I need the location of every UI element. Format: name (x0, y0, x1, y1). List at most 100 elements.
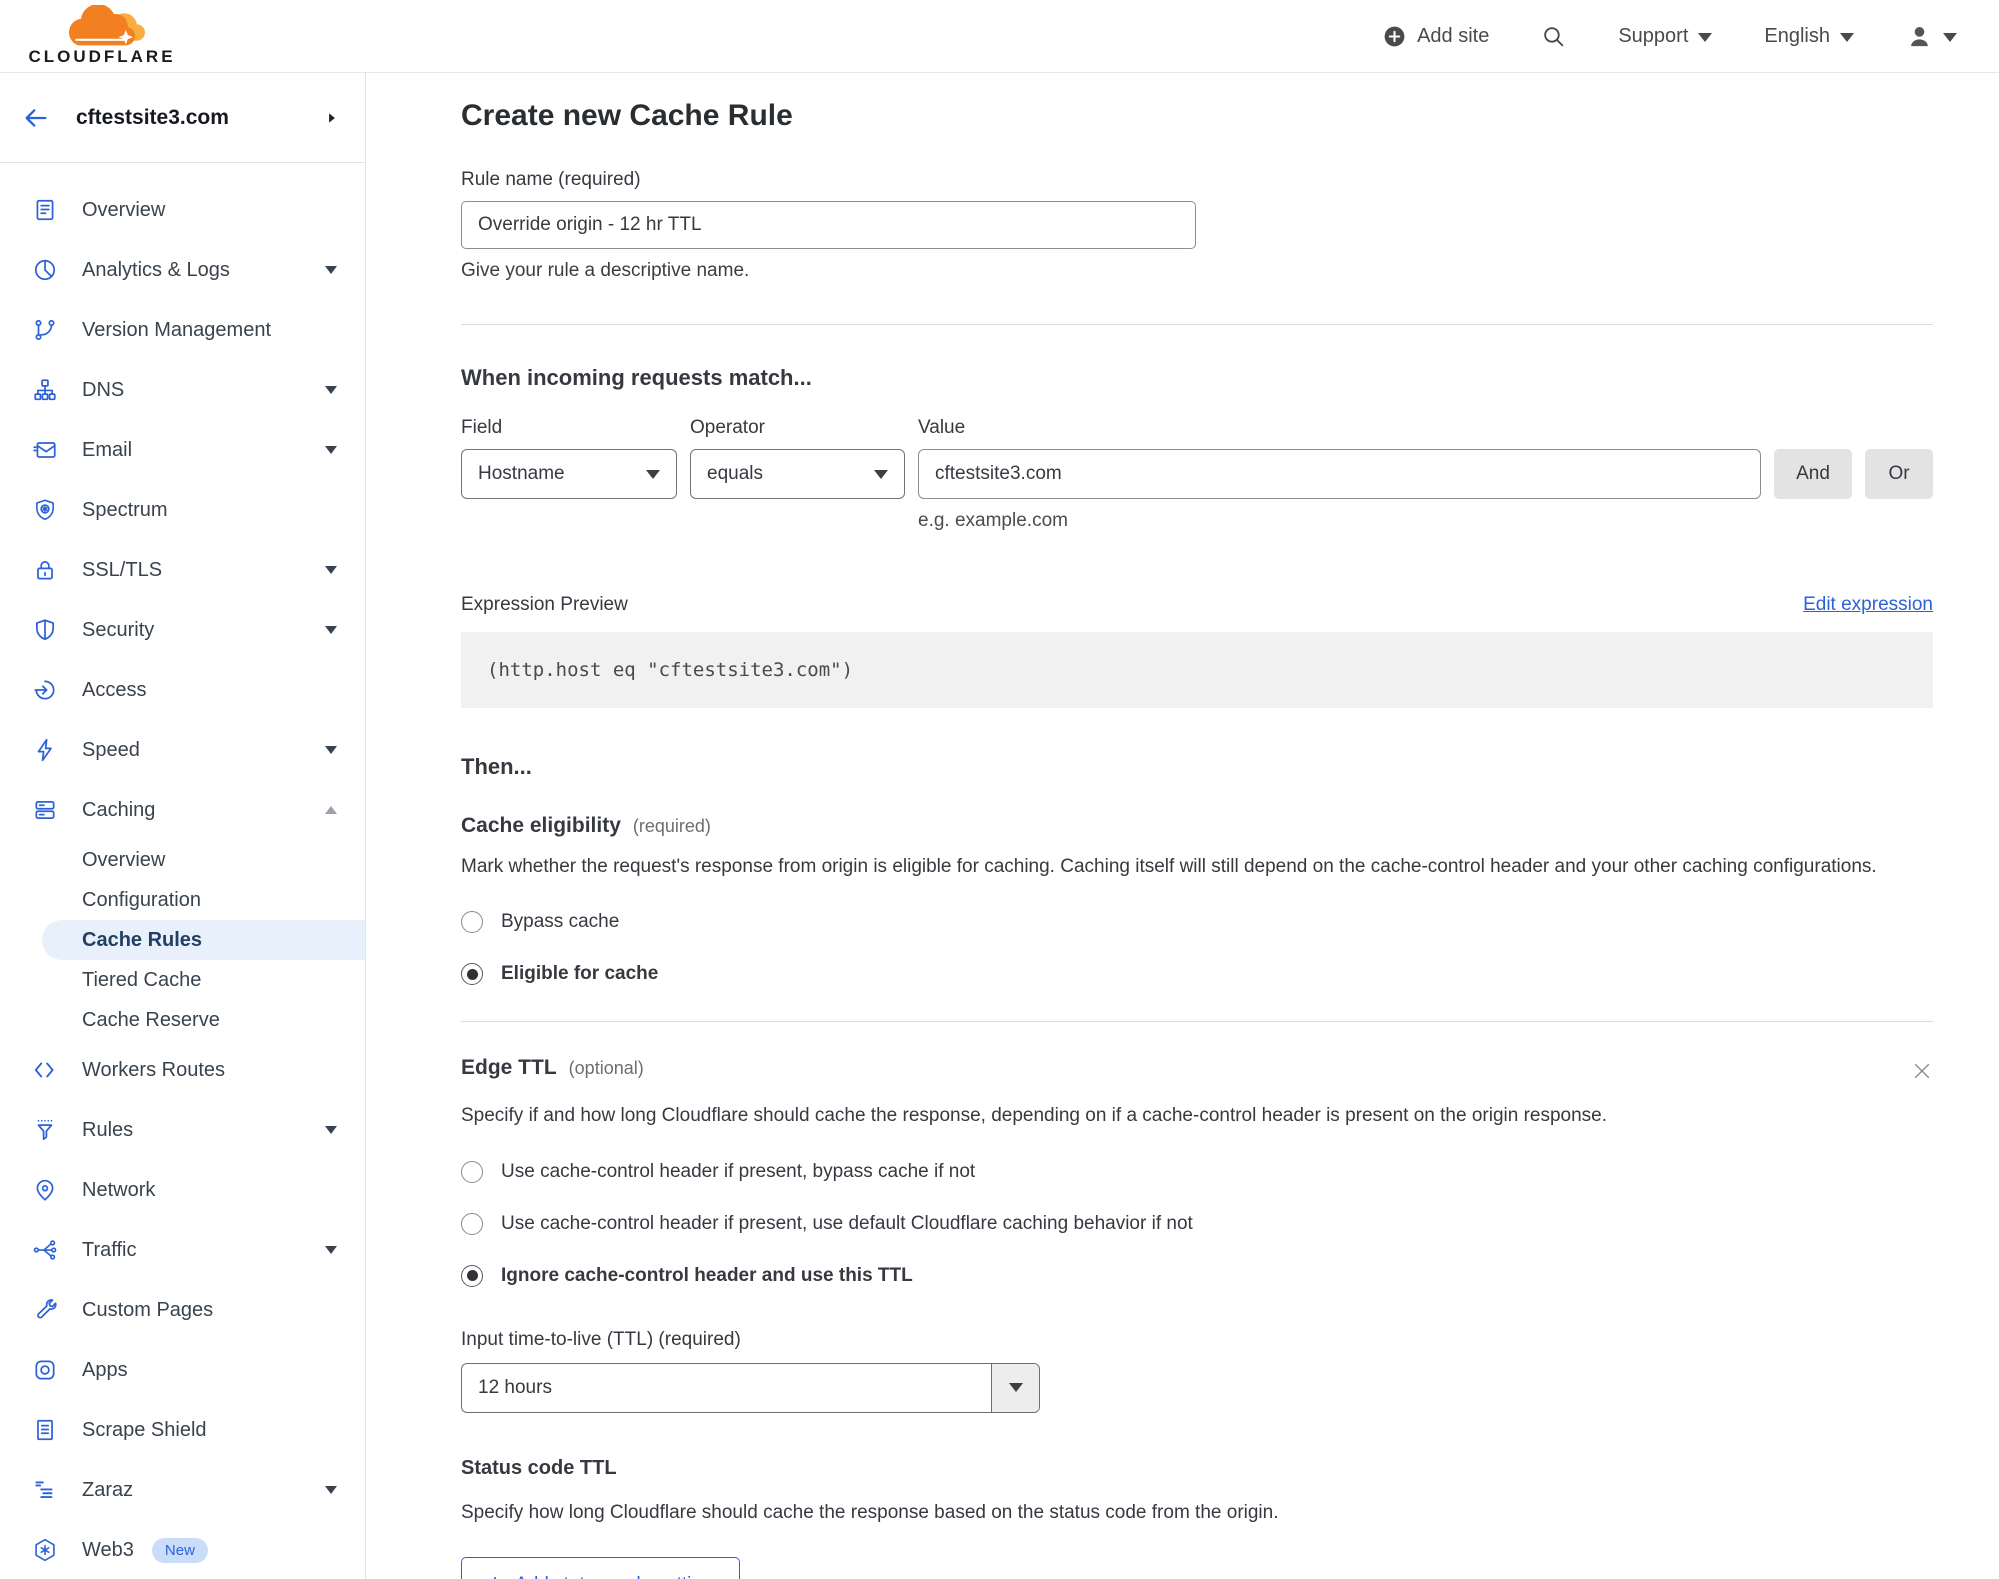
ttl-select-arrow-button[interactable] (991, 1363, 1039, 1412)
sidebar-item-analytics-logs[interactable]: Analytics & Logs (0, 240, 365, 300)
sidebar-item-label: Version Management (82, 318, 272, 341)
and-button[interactable]: And (1774, 449, 1852, 499)
add-site-button[interactable]: Add site (1382, 24, 1489, 49)
lock-icon (37, 561, 53, 580)
sidebar-item-label: Security (82, 618, 155, 641)
sidebar-item-scrape-shield[interactable]: Scrape Shield (0, 1400, 365, 1460)
remove-edge-ttl-button[interactable] (1911, 1060, 1933, 1087)
radio-button[interactable] (461, 1160, 483, 1183)
value-hint: e.g. example.com (918, 510, 1068, 531)
sidebar-item-rules[interactable]: Rules (0, 1100, 365, 1160)
sidebar-item-custom-pages[interactable]: Custom Pages (0, 1280, 365, 1340)
sidebar-subitem-tiered-cache[interactable]: Tiered Cache (0, 960, 365, 1000)
sidebar-item-version-management[interactable]: Version Management (0, 300, 365, 360)
radio-option-eligible-for-cache[interactable]: Eligible for cache (461, 963, 1933, 986)
sidebar-item-security[interactable]: Security (0, 600, 365, 660)
field-select[interactable]: Hostname (461, 449, 677, 499)
sidebar-item-traffic[interactable]: Traffic (0, 1220, 365, 1280)
radio-option-ignore-header-use-ttl[interactable]: Ignore cache-control header and use this… (461, 1264, 1933, 1287)
language-menu[interactable]: English (1764, 25, 1854, 48)
sitemap-icon (34, 379, 56, 401)
radio-label[interactable]: Eligible for cache (501, 963, 658, 985)
git-branch-icon (35, 319, 55, 341)
ttl-input-label: Input time-to-live (TTL) (required) (461, 1328, 741, 1350)
rule-name-input[interactable] (461, 201, 1196, 249)
edge-ttl-heading-row: Edge TTL (optional) (461, 1056, 1933, 1087)
or-button[interactable]: Or (1865, 449, 1933, 499)
edge-ttl-heading: Edge TTL (461, 1056, 557, 1080)
radio-option-bypass-cache[interactable]: Bypass cache (461, 911, 1933, 934)
code-brackets-icon (34, 1062, 54, 1078)
language-label: English (1764, 24, 1830, 47)
app-square-icon (35, 1360, 55, 1380)
sidebar-item-label: Access (82, 678, 147, 701)
cloudflare-logo[interactable]: CLOUDFLARE (18, 5, 186, 67)
sidebar-item-dns[interactable]: DNS (0, 360, 365, 420)
sidebar-item-caching[interactable]: Caching (0, 780, 365, 840)
search-button[interactable] (1541, 24, 1566, 49)
operator-select-value: equals (707, 463, 763, 484)
login-arrow-icon (34, 680, 55, 700)
radio-label[interactable]: Bypass cache (501, 911, 619, 933)
radio-button-selected[interactable] (461, 963, 483, 986)
sidebar-item-access[interactable]: Access (0, 660, 365, 720)
chevron-down-icon (325, 1486, 337, 1494)
expression-preview-label: Expression Preview (461, 594, 628, 615)
then-heading: Then... (461, 754, 532, 779)
field-label: Field (461, 417, 503, 438)
chevron-down-icon (1698, 32, 1713, 42)
radio-label[interactable]: Ignore cache-control header and use this… (501, 1265, 913, 1287)
user-icon (1911, 26, 1928, 46)
sidebar-item-workers-routes[interactable]: Workers Routes (0, 1040, 365, 1100)
value-input[interactable] (918, 449, 1761, 499)
sidebar-item-email[interactable]: Email (0, 420, 365, 480)
sidebar-item-label: Speed (82, 738, 140, 761)
sidebar-item-overview[interactable]: Overview (0, 180, 365, 240)
site-switcher[interactable]: cftestsite3.com (0, 73, 365, 163)
radio-label[interactable]: Use cache-control header if present, use… (501, 1213, 1193, 1235)
sidebar-item-zaraz[interactable]: Zaraz (0, 1460, 365, 1520)
radio-option-bypass-if-no-header[interactable]: Use cache-control header if present, byp… (461, 1160, 1933, 1183)
value-label: Value (918, 417, 966, 438)
chevron-down-icon (1943, 32, 1957, 42)
radio-label[interactable]: Use cache-control header if present, byp… (501, 1161, 975, 1183)
required-tag: (required) (632, 816, 711, 836)
sidebar-subitem-label: Cache Rules (82, 928, 203, 951)
sidebar-item-web3[interactable]: Web3 New (0, 1520, 365, 1579)
sidebar-item-label: Apps (82, 1358, 128, 1381)
sidebar-item-label: Traffic (82, 1238, 137, 1261)
sidebar-subitem-cache-rules[interactable]: Cache Rules (42, 920, 365, 960)
page-title: Create new Cache Rule (461, 99, 793, 132)
chevron-down-icon (325, 1126, 337, 1134)
support-menu[interactable]: Support (1618, 25, 1713, 48)
edit-expression-link[interactable]: Edit expression (1803, 594, 1933, 616)
add-status-code-setting-label: Add status code setting (515, 1574, 713, 1579)
operator-select[interactable]: equals (690, 449, 905, 499)
sidebar-item-spectrum[interactable]: Spectrum (0, 480, 365, 540)
sidebar-item-network[interactable]: Network (0, 1160, 365, 1220)
filter-funnel-icon (37, 1119, 53, 1141)
rule-name-hint: Give your rule a descriptive name. (461, 260, 750, 281)
radio-button[interactable] (461, 1212, 483, 1235)
radio-button-selected[interactable] (461, 1264, 483, 1287)
account-menu[interactable] (1906, 23, 1957, 50)
chevron-down-icon (874, 469, 888, 479)
optional-tag: (optional) (568, 1058, 644, 1079)
web3-cube-icon (35, 1538, 55, 1562)
sidebar-subitem-cache-reserve[interactable]: Cache Reserve (0, 1000, 365, 1040)
sidebar-item-label: Workers Routes (82, 1058, 226, 1081)
add-status-code-setting-button[interactable]: + Add status code setting (461, 1557, 740, 1579)
sidebar-item-ssl-tls[interactable]: SSL/TLS (0, 540, 365, 600)
ttl-select-value: 12 hours (478, 1376, 552, 1398)
section-divider (461, 324, 1933, 325)
radio-button[interactable] (461, 911, 483, 934)
radio-option-default-caching-behavior[interactable]: Use cache-control header if present, use… (461, 1212, 1933, 1235)
sidebar-item-speed[interactable]: Speed (0, 720, 365, 780)
back-arrow-icon[interactable] (22, 104, 50, 132)
sidebar-subitem-configuration[interactable]: Configuration (0, 880, 365, 920)
ttl-select[interactable]: 12 hours (461, 1362, 1040, 1413)
sidebar-item-apps[interactable]: Apps (0, 1340, 365, 1400)
sidebar-subitem-caching-overview[interactable]: Overview (0, 840, 365, 880)
top-bar: CLOUDFLARE Add site Support English (0, 0, 1999, 73)
sidebar-subitem-label: Tiered Cache (82, 968, 202, 991)
